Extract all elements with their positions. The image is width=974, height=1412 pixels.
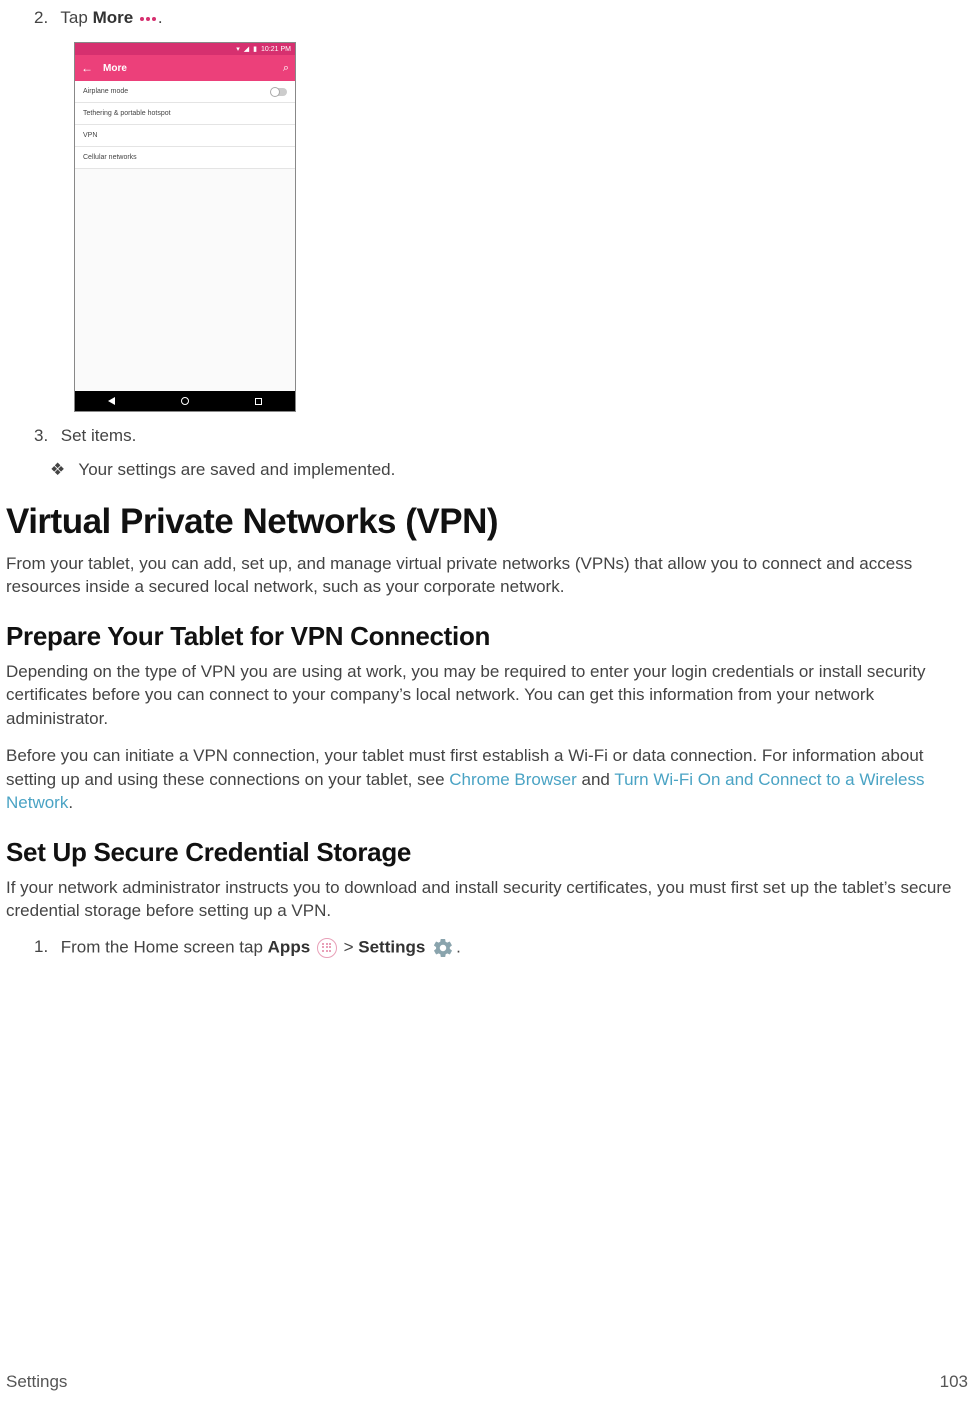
settings-label: Settings (358, 937, 425, 956)
nav-recent-icon (255, 398, 262, 405)
step-number: 3. (34, 426, 56, 446)
more-icon (140, 17, 156, 21)
paragraph: If your network administrator instructs … (6, 876, 968, 923)
search-icon: ⌕ (283, 62, 289, 75)
phone-appbar: ← More ⌕ (75, 55, 295, 81)
appbar-title: More (103, 63, 127, 74)
list-item: Airplane mode (75, 81, 295, 103)
phone-frame: ▾ ◢ ▮ 10:21 PM ← More ⌕ Airplane mode Te… (74, 42, 296, 412)
list-item: Tethering & portable hotspot (75, 103, 295, 125)
step-number: 1. (34, 937, 56, 957)
toggle-icon (271, 88, 287, 96)
apps-label: Apps (268, 937, 311, 956)
paragraph: From your tablet, you can add, set up, a… (6, 552, 968, 599)
list-item: Cellular networks (75, 147, 295, 169)
phone-statusbar: ▾ ◢ ▮ 10:21 PM (75, 43, 295, 55)
list-item: VPN (75, 125, 295, 147)
text: > (339, 937, 358, 956)
page-footer: Settings 103 (6, 1372, 968, 1392)
heading-secure-storage: Set Up Secure Credential Storage (6, 837, 968, 868)
status-wifi-icon: ▾ (236, 45, 240, 53)
list-item-label: VPN (83, 132, 97, 139)
nav-home-icon (181, 397, 189, 405)
phone-navbar (75, 391, 295, 411)
paragraph: Depending on the type of VPN you are usi… (6, 660, 968, 730)
heading-vpn: Virtual Private Networks (VPN) (6, 502, 968, 542)
step-number: 2. (34, 8, 56, 28)
status-time: 10:21 PM (261, 46, 291, 53)
link-chrome-browser[interactable]: Chrome Browser (449, 770, 577, 789)
text: and (577, 770, 615, 789)
status-signal-icon: ◢ (244, 45, 249, 53)
step-text-post: . (158, 8, 163, 27)
result-bullet: ❖ Your settings are saved and implemente… (50, 460, 968, 480)
paragraph: Before you can initiate a VPN connection… (6, 744, 968, 814)
step-3: 3. Set items. (34, 426, 968, 446)
bullet-mark: ❖ (50, 460, 74, 480)
step-2: 2. Tap More . (34, 8, 968, 28)
status-battery-icon: ▮ (253, 45, 257, 53)
step-text-pre: Tap (60, 8, 92, 27)
footer-page-number: 103 (940, 1372, 968, 1392)
step-text-bold: More (93, 8, 134, 27)
apps-icon (317, 938, 337, 958)
list-item-label: Tethering & portable hotspot (83, 110, 171, 117)
text: From the Home screen tap (61, 937, 268, 956)
settings-icon (432, 937, 454, 959)
footer-section: Settings (6, 1372, 67, 1392)
heading-prepare: Prepare Your Tablet for VPN Connection (6, 621, 968, 652)
list-item-label: Cellular networks (83, 154, 137, 161)
nav-back-icon (108, 397, 115, 405)
text: . (68, 793, 73, 812)
screenshot: ▾ ◢ ▮ 10:21 PM ← More ⌕ Airplane mode Te… (74, 42, 968, 412)
bullet-text: Your settings are saved and implemented. (78, 460, 395, 479)
back-icon: ← (81, 61, 93, 75)
step-text: Set items. (61, 426, 137, 445)
text: . (456, 937, 461, 956)
list-item-label: Airplane mode (83, 88, 128, 95)
step-1: 1. From the Home screen tap Apps > Setti… (34, 937, 968, 959)
